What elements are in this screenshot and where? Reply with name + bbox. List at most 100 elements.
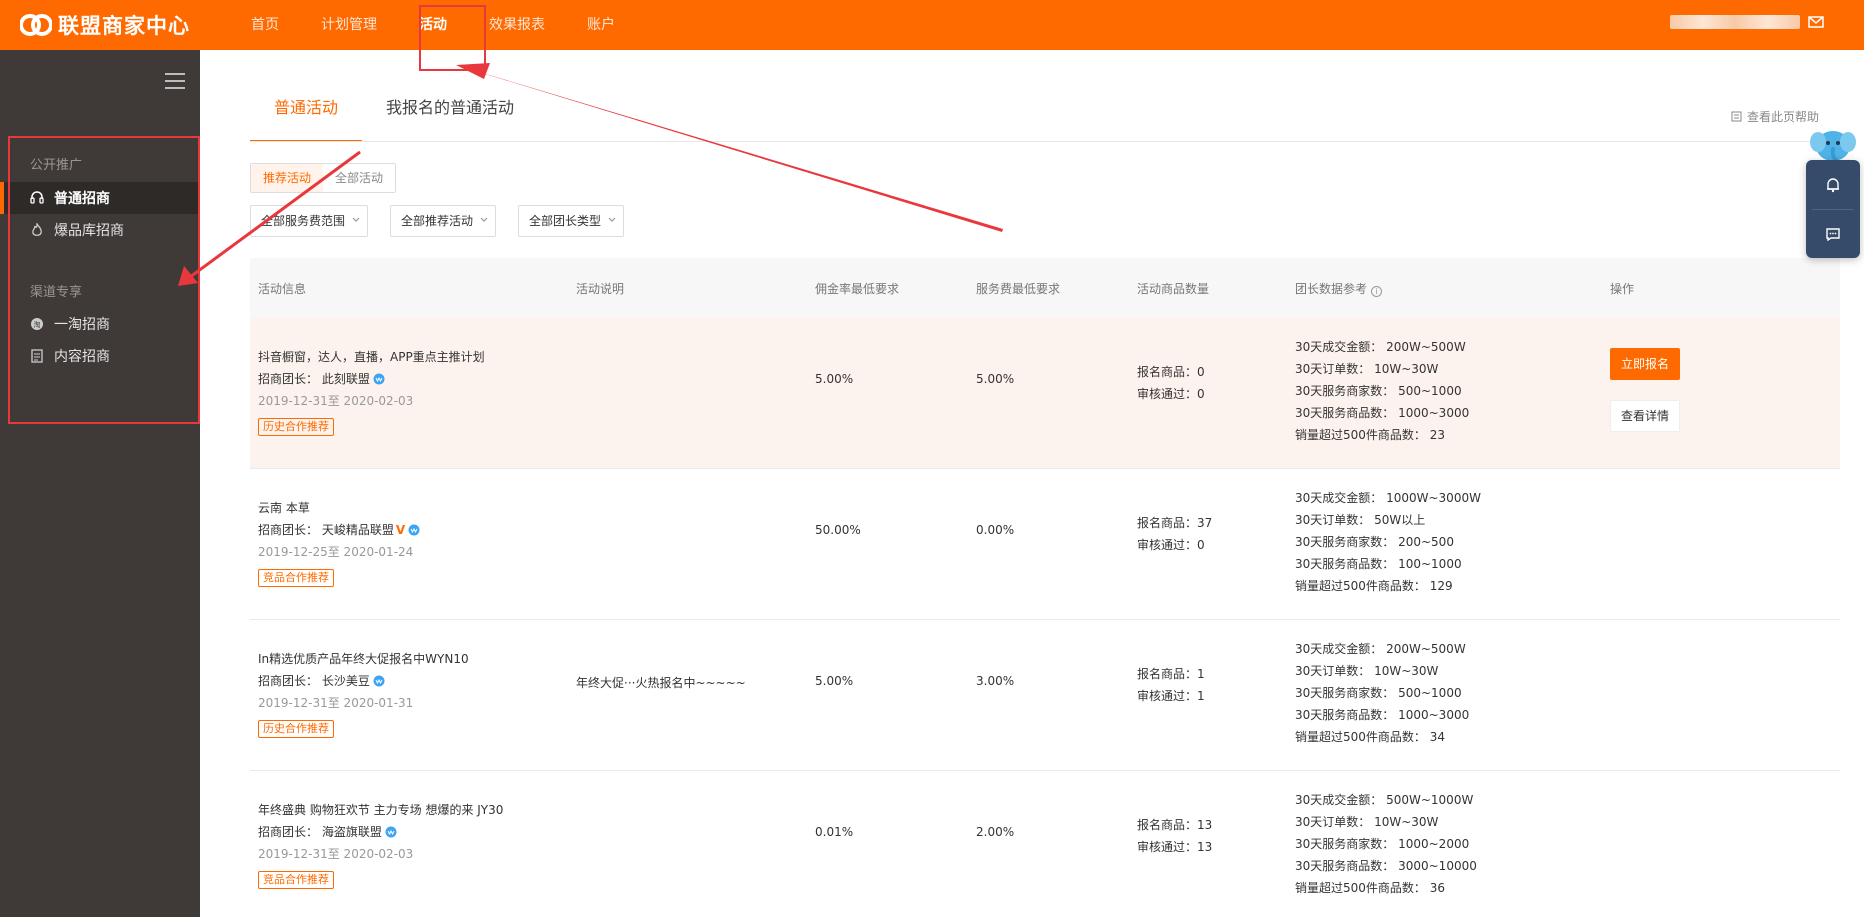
orders-30d: 30天订单数： 10W~30W [1295,664,1439,678]
segment-recommended[interactable]: 推荐活动 [251,164,324,192]
logo-text: 联盟商家中心 [58,14,190,38]
merchants-30d: 30天服务商家数： 500~1000 [1295,384,1462,398]
approved-count: 审核通过：0 [1137,387,1205,401]
orders-30d: 30天订单数： 50W以上 [1295,513,1426,527]
alliance-logo-icon [19,11,53,39]
recommend-tag: 竞品合作推荐 [258,569,334,587]
info-icon[interactable]: i [1371,286,1383,297]
registered-count: 报名商品：37 [1137,516,1213,530]
gmv-30d: 30天成交金额： 200W~500W [1295,340,1466,354]
col-actions: 操作 [1610,282,1635,296]
col-leader-data: 团长数据参考 i [1295,280,1383,297]
min-service-fee: 5.00% [976,372,1015,386]
merchants-30d: 30天服务商家数： 200~500 [1295,535,1454,549]
leader-label: 招商团长： 长沙美豆 [258,674,370,688]
nav-plan-management[interactable]: 计划管理 [300,0,398,50]
product-count: 报名商品：37 审核通过：0 [1137,512,1212,556]
help-link[interactable]: 查看此页帮助 [1731,108,1819,125]
help-doc-icon [1731,111,1742,122]
vip-badge-icon [408,524,420,536]
view-details-button[interactable]: 查看详情 [1610,400,1680,432]
gmv-30d: 30天成交金额： 1000W~3000W [1295,491,1481,505]
activity-name[interactable]: 年终盛典 购物狂欢节 主力专场 想爆的来 JY30 [258,799,558,821]
activity-date: 2019-12-25至 2020-01-24 [258,545,414,559]
approved-count: 审核通过：13 [1137,840,1213,854]
product-count: 报名商品：1 审核通过：1 [1137,663,1205,707]
recommend-tag: 历史合作推荐 [258,720,334,738]
activity-name[interactable]: 抖音橱窗，达人，直播，APP重点主推计划 [258,346,558,368]
leader-data: 30天成交金额： 200W~500W 30天订单数： 10W~30W 30天服务… [1295,638,1469,748]
recommend-tag: 竞品合作推荐 [258,871,334,889]
mail-icon[interactable] [1808,15,1824,29]
chevron-down-icon [480,217,488,222]
col-product-count: 活动商品数量 [1137,282,1210,296]
min-commission: 50.00% [815,523,861,537]
filter-recommended-activity[interactable]: 全部推荐活动 [390,205,497,237]
filter-leader-type[interactable]: 全部团长类型 [518,205,625,237]
products-30d: 30天服务商品数： 1000~3000 [1295,406,1470,420]
filter-label: 全部团长类型 [529,214,602,228]
table-row: In精选优质产品年终大促报名中WYN10 招商团长： 长沙美豆 2019-12-… [250,620,1840,771]
gmv-30d: 30天成交金额： 500W~1000W [1295,793,1474,807]
notification-button[interactable] [1806,160,1860,209]
activity-leader: 招商团长： 天峻精品联盟 V [258,519,558,541]
over-500-count: 销量超过500件商品数： 34 [1295,730,1445,744]
floating-toolbar [1806,160,1860,258]
segment-all[interactable]: 全部活动 [323,164,395,192]
over-500-count: 销量超过500件商品数： 129 [1295,579,1453,593]
vip-badge-icon [373,373,385,385]
annotation-box-sidebar [8,136,200,424]
min-commission: 5.00% [815,674,854,688]
vip-badge-icon [385,826,397,838]
activity-name[interactable]: 云南 本草 [258,497,558,519]
over-500-count: 销量超过500件商品数： 23 [1295,428,1445,442]
chat-icon [1826,227,1840,241]
nav-home[interactable]: 首页 [230,0,300,50]
leader-data: 30天成交金额： 1000W~3000W 30天订单数： 50W以上 30天服务… [1295,487,1481,597]
activity-desc: 年终大促···火热报名中~~~~~ [576,676,746,690]
vip-badge-icon [373,675,385,687]
chat-button[interactable] [1806,209,1860,258]
register-now-button[interactable]: 立即报名 [1610,348,1680,380]
bell-icon [1827,177,1839,192]
menu-toggle-icon[interactable] [165,73,185,89]
activity-leader: 招商团长： 长沙美豆 [258,670,558,692]
col-activity-info: 活动信息 [258,282,307,296]
filter-label: 全部服务费范围 [261,214,346,228]
top-bar: 联盟商家中心 首页 计划管理 活动 效果报表 账户 [0,0,1864,50]
products-30d: 30天服务商品数： 100~1000 [1295,557,1462,571]
products-30d: 30天服务商品数： 1000~3000 [1295,708,1470,722]
col-activity-desc: 活动说明 [576,282,625,296]
activity-info: In精选优质产品年终大促报名中WYN10 招商团长： 长沙美豆 2019-12-… [258,648,558,738]
table-row: 抖音橱窗，达人，直播，APP重点主推计划 招商团长： 此刻联盟 2019-12-… [250,318,1840,469]
orders-30d: 30天订单数： 10W~30W [1295,362,1439,376]
tab-general-activities[interactable]: 普通活动 [250,92,363,142]
products-30d: 30天服务商品数： 3000~10000 [1295,859,1477,873]
registered-count: 报名商品：1 [1137,667,1205,681]
activity-type-segment: 推荐活动 全部活动 [250,163,397,193]
leader-label: 招商团长： 海盗旗联盟 [258,825,382,839]
over-500-count: 销量超过500件商品数： 36 [1295,881,1445,895]
filter-service-fee-range[interactable]: 全部服务费范围 [250,205,369,237]
registered-count: 报名商品：0 [1137,365,1205,379]
logo[interactable]: 联盟商家中心 [19,10,190,40]
activity-date: 2019-12-31至 2020-02-03 [258,847,414,861]
activity-name[interactable]: In精选优质产品年终大促报名中WYN10 [258,648,558,670]
min-commission: 5.00% [815,372,854,386]
blurred-username [1670,15,1800,29]
activity-leader: 招商团长： 此刻联盟 [258,368,558,390]
leader-label: 招商团长： 此刻联盟 [258,372,370,386]
activity-leader: 招商团长： 海盗旗联盟 [258,821,558,843]
col-leader-data-label: 团长数据参考 [1295,282,1368,296]
approved-count: 审核通过：0 [1137,538,1205,552]
activity-info: 云南 本草 招商团长： 天峻精品联盟 V 2019-12-25至 2020-01-… [258,497,558,587]
merchants-30d: 30天服务商家数： 1000~2000 [1295,837,1470,851]
user-area[interactable] [1670,15,1824,29]
leader-label: 招商团长： 天峻精品联盟 [258,523,394,537]
tab-my-registered-activities[interactable]: 我报名的普通活动 [362,92,538,142]
leader-data: 30天成交金额： 200W~500W 30天订单数： 10W~30W 30天服务… [1295,336,1469,446]
filter-label: 全部推荐活动 [401,214,474,228]
table-row: 云南 本草 招商团长： 天峻精品联盟 V 2019-12-25至 2020-01-… [250,469,1840,620]
nav-account[interactable]: 账户 [566,0,636,50]
tabs-divider [250,141,1840,142]
